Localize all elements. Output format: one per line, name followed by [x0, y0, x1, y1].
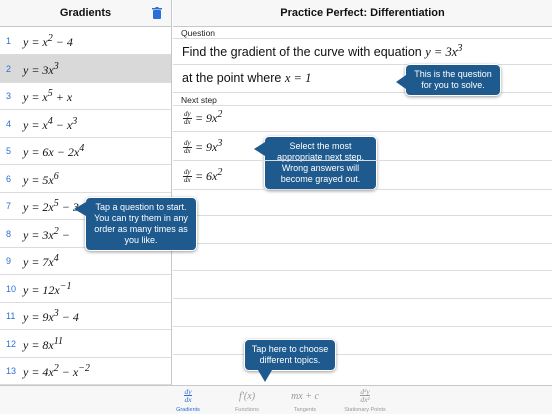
question-row[interactable]: 13 y = 4x2 − x−2	[0, 357, 171, 385]
tangent-icon: mx + c	[291, 391, 319, 402]
question-row[interactable]: 3 y = x5 + x	[0, 82, 171, 110]
question-row[interactable]: 1 y = x2 − 4	[0, 27, 171, 55]
divider	[173, 326, 552, 327]
question-expression: y = x4 − x3	[23, 115, 78, 132]
point-text: at the point where x = 1	[182, 71, 311, 86]
question-expression: y = 12x−1	[23, 280, 72, 297]
question-number: 5	[6, 146, 12, 156]
question-number: 10	[6, 283, 17, 294]
question-number: 1	[6, 36, 12, 46]
question-number: 9	[6, 256, 12, 266]
tab-stationary-points[interactable]: d²y dx² Stationary Points	[338, 386, 392, 414]
point-text-words: at the point where	[182, 71, 282, 85]
tab-functions[interactable]: f′(x) Functions	[223, 386, 271, 414]
divider	[173, 243, 552, 244]
question-number: 2	[6, 63, 12, 74]
tab-label: Gradients	[176, 407, 200, 413]
tab-bar: dy dx Gradients f′(x) Functions mx + c Ta…	[0, 385, 552, 414]
question-row[interactable]: 9 y = 7x4	[0, 247, 171, 275]
main-title: Practice Perfect: Differentiation	[280, 7, 445, 19]
question-expression: y = 5x6	[23, 170, 59, 187]
question-row[interactable]: 12 y = 8x11	[0, 330, 171, 358]
tooltip-arrow	[258, 370, 272, 382]
tooltip-arrow	[254, 142, 265, 156]
function-icon: f′(x)	[238, 391, 256, 402]
question-row[interactable]: 2 y = 3x3	[0, 54, 171, 83]
question-expression: y = 2x5 − 3	[23, 198, 79, 214]
question-tooltip: This is the question for you to solve.	[405, 64, 501, 96]
question-expression: y = 9x3 − 4	[23, 308, 79, 324]
tab-gradients[interactable]: dy dx Gradients	[165, 386, 211, 414]
question-number: 13	[6, 366, 17, 376]
question-label: Question	[181, 28, 216, 38]
divider	[173, 298, 552, 299]
second-derivative-icon: d²y dx²	[360, 387, 370, 404]
question-number: 8	[6, 228, 12, 239]
question-row[interactable]: 6 y = 5x6	[0, 165, 171, 193]
question-row[interactable]: 4 y = x4 − x3	[0, 110, 171, 138]
question-expression: y = 8x11	[23, 335, 64, 352]
next-step-option[interactable]: dy dx = 9x2	[183, 109, 222, 126]
questions-sidebar: Gradients 1 y = x2 − 4 2 y = 3x3 3 y = x5 + x…	[0, 0, 172, 385]
question-number: 4	[6, 118, 12, 129]
next-step-option[interactable]: dy dx = 6x2	[183, 167, 222, 184]
point-equation: x = 1	[284, 71, 312, 85]
question-text-words: Find the gradient of the curve with equa…	[182, 45, 422, 60]
question-number: 12	[6, 338, 17, 349]
divider	[173, 160, 552, 161]
question-row[interactable]: 10 y = 12x−1	[0, 275, 171, 303]
main-header: Practice Perfect: Differentiation	[173, 0, 552, 27]
tab-label: Tangents	[293, 407, 317, 413]
divider	[173, 38, 552, 39]
question-expression: y = x2 − 4	[23, 33, 73, 49]
divider	[173, 131, 552, 132]
question-expression: y = 7x4	[23, 253, 59, 269]
question-number: 3	[6, 91, 12, 101]
question-row[interactable]: 5 y = 6x − 2x4	[0, 137, 171, 165]
trash-icon[interactable]	[152, 7, 162, 19]
question-expression: y = x5 + x	[23, 88, 73, 104]
tab-label: Stationary Points	[344, 407, 386, 413]
question-number: 7	[6, 201, 12, 211]
derivative-icon: dy dx	[184, 387, 192, 404]
sidebar-title: Gradients	[59, 7, 112, 19]
next-step-option[interactable]: dy dx = 9x3	[183, 138, 222, 155]
sidebar-header: Gradients	[0, 0, 171, 27]
next-step-tooltip: Select the most appropriate next step. W…	[264, 136, 377, 190]
divider	[173, 189, 552, 190]
question-expression: y = 3x3	[23, 60, 59, 77]
divider	[173, 354, 552, 355]
divider	[173, 215, 552, 216]
tab-tangents[interactable]: mx + c Tangents	[280, 386, 330, 414]
start-tooltip: Tap a question to start. You can try the…	[85, 197, 197, 251]
next-step-label: Next step	[181, 95, 217, 105]
question-equation: y = 3x3	[425, 43, 463, 60]
tooltip-arrow	[396, 75, 406, 89]
question-number: 11	[6, 311, 16, 321]
question-text: Find the gradient of the curve with equa…	[182, 43, 462, 60]
question-expression: y = 4x2 − x−2	[23, 363, 90, 379]
tab-label: Functions	[235, 407, 259, 413]
question-number: 6	[6, 173, 12, 184]
divider	[173, 270, 552, 271]
question-row[interactable]: 11 y = 9x3 − 4	[0, 302, 171, 330]
topics-tooltip: Tap here to choose different topics.	[244, 339, 336, 371]
tooltip-arrow	[74, 202, 86, 216]
question-expression: y = 3x2 −	[23, 225, 70, 242]
divider	[173, 105, 552, 106]
question-expression: y = 6x − 2x4	[23, 143, 85, 159]
